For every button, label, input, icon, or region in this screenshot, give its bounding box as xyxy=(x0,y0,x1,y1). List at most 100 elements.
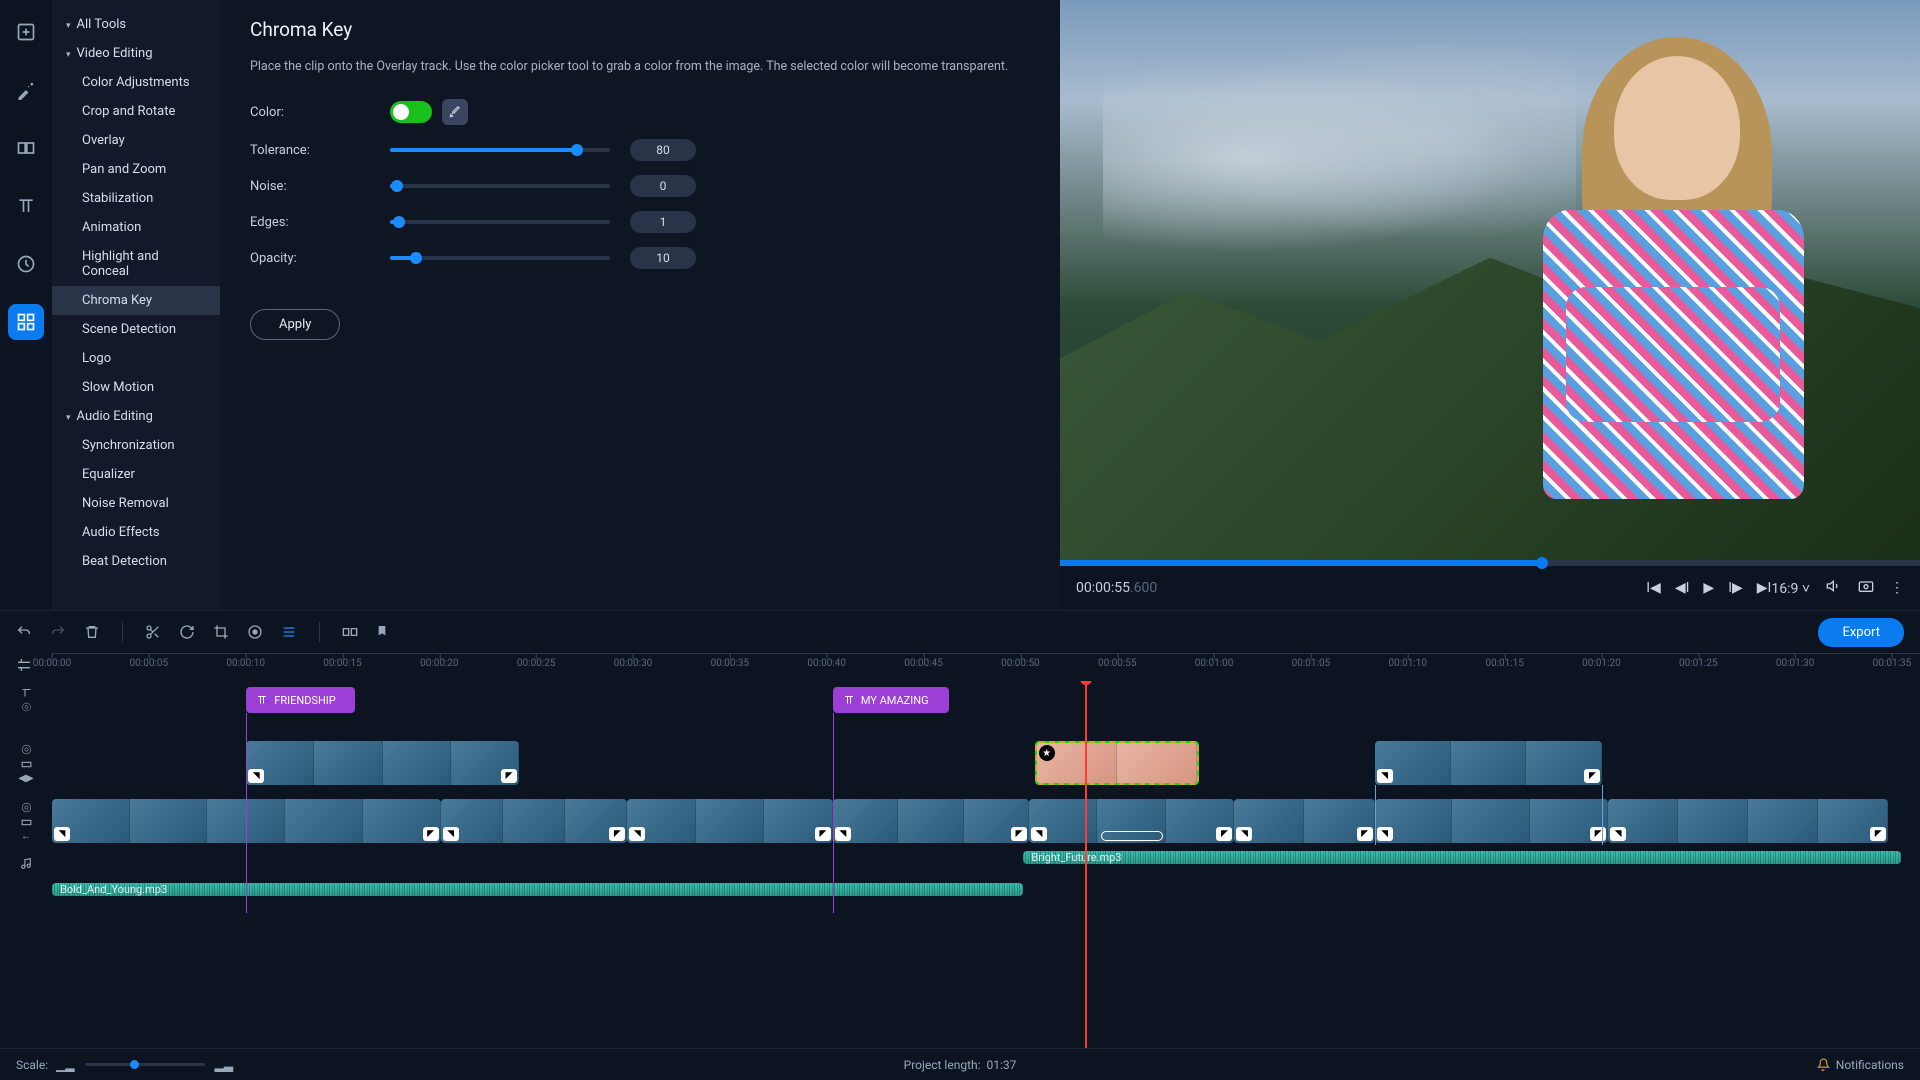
clip-start-icon[interactable]: ◥ xyxy=(1610,827,1626,841)
sidebar-item-equalizer[interactable]: Equalizer xyxy=(52,460,220,489)
preview-progress[interactable] xyxy=(1060,560,1920,566)
export-button[interactable]: Export xyxy=(1818,618,1904,647)
clip-start-icon[interactable]: ◥ xyxy=(629,827,645,841)
video-clip[interactable]: ★ xyxy=(1035,741,1199,785)
video-clip[interactable]: ◥◤ xyxy=(833,799,1029,843)
redo-icon[interactable] xyxy=(50,624,66,640)
scale-plus-icon[interactable]: ▂▃ xyxy=(215,1058,233,1072)
prev-step-back-icon[interactable]: ◀I xyxy=(1675,580,1690,596)
video-clip[interactable]: ◥◤ xyxy=(1375,741,1603,785)
delete-icon[interactable] xyxy=(84,624,100,640)
clip-end-icon[interactable]: ◤ xyxy=(1590,827,1606,841)
sidebar-item-logo[interactable]: Logo xyxy=(52,344,220,373)
clip-end-icon[interactable]: ◤ xyxy=(1584,769,1600,783)
title-clip[interactable]: FRIENDSHIP xyxy=(246,687,354,713)
sidebar-item-highlight-and-conceal[interactable]: Highlight and Conceal xyxy=(52,242,220,286)
sidebar-item-overlay[interactable]: Overlay xyxy=(52,126,220,155)
prev-step-fwd-icon[interactable]: I▶ xyxy=(1728,580,1743,596)
clip-start-icon[interactable]: ◥ xyxy=(1377,827,1393,841)
video-clip[interactable]: ◥◤ xyxy=(627,799,832,843)
sidebar-item-scene-detection[interactable]: Scene Detection xyxy=(52,315,220,344)
clip-end-icon[interactable]: ◤ xyxy=(501,769,517,783)
sidebar-all-tools[interactable]: All Tools xyxy=(52,10,220,39)
sidebar-item-noise-removal[interactable]: Noise Removal xyxy=(52,489,220,518)
clip-end-icon[interactable]: ◤ xyxy=(423,827,439,841)
rail-clock[interactable] xyxy=(8,246,44,282)
clip-end-icon[interactable]: ◤ xyxy=(1357,827,1373,841)
transition-tl-icon[interactable] xyxy=(342,624,358,640)
sidebar-item-synchronization[interactable]: Synchronization xyxy=(52,431,220,460)
sidebar-item-beat-detection[interactable]: Beat Detection xyxy=(52,547,220,576)
sidebar-group-audio[interactable]: Audio Editing xyxy=(52,402,220,431)
prev-play-icon[interactable]: ▶ xyxy=(1703,580,1714,596)
cut-icon[interactable] xyxy=(145,624,161,640)
marker-icon[interactable] xyxy=(376,624,392,640)
audio-clip[interactable]: Bright_Future.mp3 xyxy=(1023,851,1901,864)
clip-start-icon[interactable]: ◥ xyxy=(1236,827,1252,841)
clip-start-icon[interactable]: ◥ xyxy=(1377,769,1393,783)
color-picker-button[interactable] xyxy=(442,99,468,125)
star-icon[interactable]: ★ xyxy=(1039,745,1055,761)
slider-2[interactable] xyxy=(390,220,610,224)
sidebar-item-pan-and-zoom[interactable]: Pan and Zoom xyxy=(52,155,220,184)
properties-icon[interactable] xyxy=(281,624,297,640)
sidebar-item-stabilization[interactable]: Stabilization xyxy=(52,184,220,213)
crop-icon[interactable] xyxy=(213,624,229,640)
rail-fx[interactable] xyxy=(8,72,44,108)
clip-end-icon[interactable]: ◤ xyxy=(1216,827,1232,841)
overlay-track[interactable]: ◀▶ ◥◤★◥◤ xyxy=(52,741,1920,785)
notifications-button[interactable]: Notifications xyxy=(1817,1058,1904,1072)
clip-start-icon[interactable]: ◥ xyxy=(443,827,459,841)
clip-start-icon[interactable]: ◥ xyxy=(54,827,70,841)
clip-end-icon[interactable]: ◤ xyxy=(815,827,831,841)
volume-icon[interactable] xyxy=(1826,578,1842,598)
video-clip[interactable]: ◥◤ xyxy=(1608,799,1888,843)
video-clip[interactable]: ◥◤ xyxy=(246,741,519,785)
sidebar-item-slow-motion[interactable]: Slow Motion xyxy=(52,373,220,402)
color-toggle[interactable] xyxy=(390,101,432,123)
clip-end-icon[interactable]: ◤ xyxy=(1870,827,1886,841)
preview-canvas[interactable] xyxy=(1060,0,1920,560)
sidebar-item-audio-effects[interactable]: Audio Effects xyxy=(52,518,220,547)
slider-1[interactable] xyxy=(390,184,610,188)
clip-start-icon[interactable]: ◥ xyxy=(248,769,264,783)
clip-start-icon[interactable]: ◥ xyxy=(1031,827,1047,841)
title-clip[interactable]: MY AMAZING xyxy=(833,687,949,713)
video-clip[interactable]: ◥◤ xyxy=(1375,799,1609,843)
video-clip[interactable]: ◥◤ xyxy=(441,799,628,843)
video-clip[interactable]: ◥◤ xyxy=(1234,799,1374,843)
rail-import[interactable] xyxy=(8,14,44,50)
audio-track-2[interactable]: Bold_And_Young.mp3 xyxy=(52,883,1920,919)
sidebar-item-animation[interactable]: Animation xyxy=(52,213,220,242)
rail-more[interactable] xyxy=(8,304,44,340)
record-icon[interactable] xyxy=(247,624,263,640)
aspect-dropdown[interactable]: 16:9 ˅ xyxy=(1771,580,1810,597)
playhead[interactable] xyxy=(1085,681,1087,1048)
prev-menu-icon[interactable]: ⋮ xyxy=(1890,580,1904,596)
scale-slider[interactable] xyxy=(85,1063,205,1066)
sidebar-group-video[interactable]: Video Editing xyxy=(52,39,220,68)
slider-3[interactable] xyxy=(390,256,610,260)
clip-end-icon[interactable]: ◤ xyxy=(609,827,625,841)
clip-start-icon[interactable]: ◥ xyxy=(835,827,851,841)
snapshot-icon[interactable] xyxy=(1858,578,1874,598)
apply-button[interactable]: Apply xyxy=(250,309,340,340)
undo-icon[interactable] xyxy=(16,624,32,640)
title-track[interactable]: FRIENDSHIP MY AMAZING xyxy=(52,687,1920,713)
sidebar-item-color-adjustments[interactable]: Color Adjustments xyxy=(52,68,220,97)
rail-transition[interactable] xyxy=(8,130,44,166)
slider-0[interactable] xyxy=(390,148,610,152)
rotate-icon[interactable] xyxy=(179,624,195,640)
prev-skip-end-icon[interactable]: ▶I xyxy=(1757,580,1772,596)
timeline-ruler[interactable]: 00:00:0000:00:0500:00:1000:00:1500:00:20… xyxy=(0,653,1920,681)
video-track[interactable]: ← ◥◤◥◤◥◤◥◤◥◤◥◤◥◤◥◤ xyxy=(52,799,1920,843)
sidebar-item-chroma-key[interactable]: Chroma Key xyxy=(52,286,220,315)
sidebar-item-crop-and-rotate[interactable]: Crop and Rotate xyxy=(52,97,220,126)
audio-track-1[interactable]: Bright_Future.mp3 xyxy=(52,851,1920,875)
prev-skip-start-icon[interactable]: I◀ xyxy=(1646,580,1661,596)
audio-clip[interactable]: Bold_And_Young.mp3 xyxy=(52,883,1023,896)
clip-end-icon[interactable]: ◤ xyxy=(1011,827,1027,841)
add-track-icon[interactable] xyxy=(16,657,32,676)
scale-minus-icon[interactable]: ▁▂ xyxy=(56,1058,74,1072)
video-clip[interactable]: ◥◤ xyxy=(1029,799,1234,843)
